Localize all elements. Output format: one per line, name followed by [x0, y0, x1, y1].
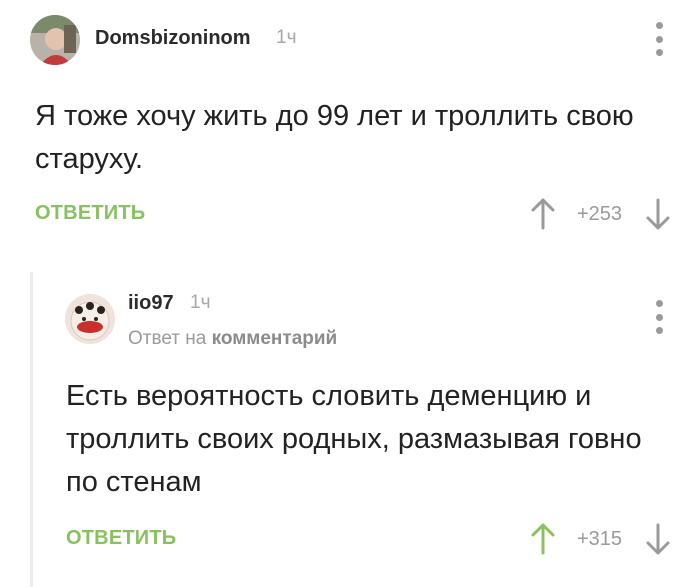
user-avatar-icon [65, 294, 115, 344]
avatar[interactable] [65, 294, 115, 344]
upvote-icon[interactable] [529, 521, 557, 557]
reply-reference: Ответ на комментарий [128, 328, 337, 350]
reply-target-link[interactable]: комментарий [212, 328, 338, 349]
upvote-icon[interactable] [529, 196, 557, 232]
avatar[interactable] [30, 15, 80, 65]
reply-button[interactable]: ОТВЕТИТЬ [35, 202, 145, 225]
username[interactable]: Domsbizoninom [95, 27, 251, 50]
vote-score: +315 [576, 527, 622, 550]
reply-prefix: Ответ на [128, 328, 207, 349]
comment-time: 1ч [190, 292, 211, 313]
reply-button[interactable]: ОТВЕТИТЬ [66, 527, 176, 550]
comment-time: 1ч [276, 27, 297, 48]
comment-reply: iio97 1ч Ответ на комментарий Есть вероя… [0, 272, 700, 587]
username[interactable]: iio97 [128, 292, 174, 315]
vote-controls: +315 [529, 521, 672, 557]
vote-controls: +253 [529, 196, 672, 232]
downvote-icon[interactable] [644, 521, 672, 557]
comment-text: Есть вероятность словить деменцию и трол… [66, 380, 642, 498]
user-avatar-icon [30, 15, 80, 65]
comment-text: Я тоже хочу жить до 99 лет и троллить св… [35, 100, 634, 175]
more-options-icon[interactable] [654, 22, 664, 56]
comment: Domsbizoninom 1ч Я тоже хочу жить до 99 … [0, 0, 700, 250]
downvote-icon[interactable] [644, 196, 672, 232]
vote-score: +253 [576, 202, 622, 225]
more-options-icon[interactable] [654, 300, 664, 334]
